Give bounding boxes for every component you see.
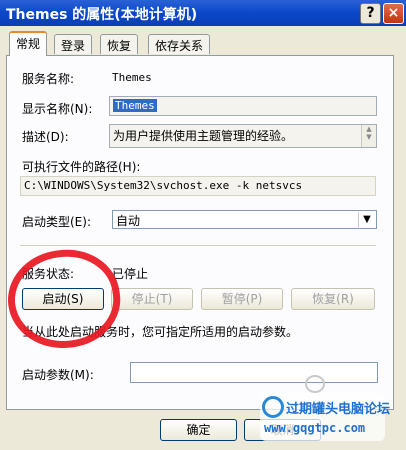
resume-button[interactable]: 恢复(R)	[291, 288, 375, 310]
params-label: 启动参数(M):	[22, 368, 94, 382]
description-field[interactable]: 为用户提供使用主题管理的经验。 ▲ ▼	[109, 124, 377, 148]
pause-button[interactable]: 暂停(P)	[201, 288, 283, 310]
watermark-url: www.gqgtpc.com	[264, 421, 366, 435]
watermark-name: 过期罐头电脑论坛	[286, 402, 391, 417]
description-scrollbar[interactable]: ▲ ▼	[361, 125, 376, 147]
scroll-up-icon[interactable]: ▲	[362, 125, 376, 133]
display-name-label: 显示名称(N):	[22, 102, 93, 116]
startup-type-dropdown[interactable]: 自动 ▼	[112, 210, 377, 229]
ok-button[interactable]: 确定	[160, 419, 237, 441]
stop-button[interactable]: 停止(T)	[111, 288, 193, 310]
divider	[20, 245, 376, 247]
dropdown-arrow-icon[interactable]: ▼	[358, 212, 375, 227]
site-watermark: 过期罐头电脑论坛 www.gqgtpc.com	[260, 393, 390, 441]
title-bar[interactable]: Themes 的属性(本地计算机)	[0, 0, 406, 26]
description-label: 描述(D):	[22, 130, 69, 144]
display-name-field[interactable]: Themes	[109, 96, 377, 116]
startup-type-label: 启动类型(E):	[22, 215, 91, 229]
scroll-down-icon[interactable]: ▼	[362, 133, 376, 141]
tab-dependencies[interactable]: 依存关系	[148, 34, 211, 54]
startup-type-value: 自动	[116, 214, 141, 228]
tab-recovery[interactable]: 恢复	[100, 34, 139, 54]
close-button[interactable]: ×	[383, 3, 404, 24]
params-input[interactable]	[130, 362, 378, 383]
exec-path-label: 可执行文件的路径(H):	[22, 160, 141, 174]
baidu-bear-watermark-icon	[305, 375, 325, 393]
help-button[interactable]: ?	[360, 3, 381, 24]
window-title: Themes 的属性(本地计算机)	[6, 7, 198, 23]
tab-logon[interactable]: 登录	[54, 34, 93, 54]
status-value: 已停止	[112, 267, 149, 281]
forum-logo-icon	[262, 396, 284, 418]
service-name-value: Themes	[112, 71, 152, 84]
service-name-label: 服务名称:	[22, 72, 75, 86]
display-name-value: Themes	[113, 99, 157, 112]
exec-path-value: C:\WINDOWS\System32\svchost.exe -k netsv…	[24, 179, 303, 192]
tab-general[interactable]: 常规	[9, 31, 48, 56]
exec-path-field: C:\WINDOWS\System32\svchost.exe -k netsv…	[20, 176, 376, 196]
description-value: 为用户提供使用主题管理的经验。	[113, 129, 294, 143]
